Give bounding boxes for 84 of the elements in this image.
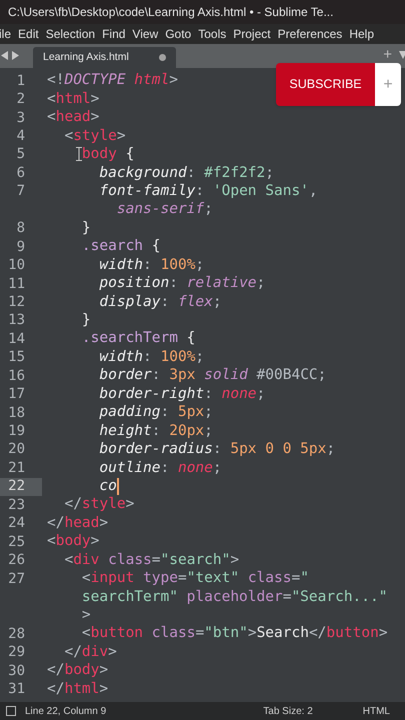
line-number: 3 bbox=[16, 108, 25, 128]
code-line: border: 3px solid #00B4CC; bbox=[98, 366, 326, 386]
line-number: 9 bbox=[16, 238, 25, 257]
code-line: font-family: 'Open Sans', bbox=[98, 182, 318, 201]
line-number: 15 bbox=[8, 348, 25, 368]
line-number: 17 bbox=[8, 385, 25, 404]
code-line: </style> bbox=[63, 495, 134, 514]
line-number: 30 bbox=[8, 662, 25, 681]
code-line: position: relative; bbox=[98, 274, 266, 294]
code-line: outline: none; bbox=[98, 458, 222, 478]
line-number: 31 bbox=[8, 680, 25, 700]
code-line: background: #f2f2f2; bbox=[98, 164, 274, 183]
tab-list-icon[interactable] bbox=[399, 51, 405, 59]
file-tab[interactable]: Learning Axis.html bbox=[33, 47, 176, 68]
code-line: } bbox=[80, 218, 91, 238]
line-number: 2 bbox=[16, 90, 25, 110]
menu-item[interactable]: Goto bbox=[165, 25, 192, 43]
line-number: 19 bbox=[8, 422, 25, 442]
line-number: 25 bbox=[8, 532, 25, 552]
code-line: width: 100%; bbox=[98, 348, 204, 367]
line-number: 6 bbox=[16, 164, 25, 183]
menu-item[interactable]: Selection bbox=[46, 25, 96, 43]
code-line: <style> bbox=[63, 126, 126, 146]
code-line: border-right: none; bbox=[98, 384, 266, 404]
code-line: border-radius: 5px 0 0 5px; bbox=[98, 440, 336, 460]
code-line: co bbox=[98, 476, 117, 496]
line-number: 13 bbox=[8, 311, 25, 330]
code-line: </div> bbox=[63, 642, 117, 662]
menu-item[interactable]: Edit bbox=[18, 25, 39, 43]
code-line: height: 20px; bbox=[98, 422, 213, 441]
line-number: 11 bbox=[8, 274, 25, 294]
panel-icon[interactable] bbox=[6, 706, 16, 716]
line-number: 21 bbox=[8, 458, 25, 478]
code-line: > bbox=[80, 606, 91, 626]
line-number: 14 bbox=[8, 330, 25, 349]
menu-item[interactable]: Find bbox=[102, 25, 126, 43]
code-line: searchTerm" placeholder="Search..." bbox=[80, 588, 388, 607]
menu-item[interactable]: View bbox=[132, 25, 158, 43]
code-line: </html> bbox=[47, 680, 108, 699]
code-line: <input type="text" class=" bbox=[80, 569, 309, 588]
window-title: C:\Users\fb\Desktop\code\Learning Axis.html • - Sublime Te... bbox=[8, 4, 334, 21]
line-number: 29 bbox=[8, 643, 25, 662]
line-number: 1 bbox=[16, 72, 25, 91]
line-number: 18 bbox=[8, 404, 25, 423]
code-line: .search { bbox=[80, 237, 160, 256]
line-number: 26 bbox=[8, 551, 25, 570]
code-line: <button class="btn">Search</button> bbox=[80, 624, 388, 644]
line-number: 5 bbox=[16, 145, 25, 164]
code-line: sans-serif; bbox=[116, 200, 213, 220]
tab-size[interactable]: Tab Size: 2 bbox=[263, 704, 313, 718]
line-number: 28 bbox=[8, 624, 25, 644]
syntax-mode[interactable]: HTML bbox=[362, 704, 390, 718]
code-line: <div class="search"> bbox=[63, 550, 240, 570]
code-line: </head> bbox=[47, 514, 108, 533]
code-line: </body> bbox=[47, 661, 108, 680]
next-arrow-icon[interactable] bbox=[12, 51, 19, 60]
menu-item[interactable]: ile bbox=[0, 25, 12, 43]
code-line: .searchTerm { bbox=[80, 329, 196, 348]
line-number: 7 bbox=[16, 182, 25, 202]
code-line: <head> bbox=[47, 108, 100, 128]
line-number: 20 bbox=[8, 440, 25, 460]
line-number: 23 bbox=[8, 496, 25, 515]
line-number: 16 bbox=[8, 366, 25, 386]
previous-arrow-icon[interactable] bbox=[1, 51, 8, 60]
code-line: } bbox=[80, 311, 91, 330]
code-line: display: flex; bbox=[98, 292, 222, 312]
menu-item[interactable]: Project bbox=[233, 25, 271, 43]
line-number: 12 bbox=[8, 292, 25, 312]
line-number: 24 bbox=[8, 514, 25, 534]
cursor-position: Line 22, Column 9 bbox=[25, 704, 106, 718]
menu-item[interactable]: Help bbox=[349, 25, 374, 43]
code-line: width: 100%; bbox=[98, 256, 204, 275]
code-line: <body> bbox=[47, 532, 100, 552]
code-line: body { bbox=[47, 144, 134, 166]
code-line: padding: 5px; bbox=[98, 403, 213, 422]
line-number: 8 bbox=[16, 219, 25, 238]
code-line: <!DOCTYPE html> bbox=[47, 71, 178, 90]
code-line: <html> bbox=[47, 90, 100, 109]
line-number: 4 bbox=[16, 127, 25, 146]
line-number: 10 bbox=[8, 256, 25, 276]
menu-item[interactable]: Tools bbox=[198, 25, 226, 43]
line-number: 22 bbox=[8, 477, 25, 496]
line-number: 27 bbox=[8, 570, 25, 589]
menu-item[interactable]: Preferences bbox=[278, 25, 342, 43]
